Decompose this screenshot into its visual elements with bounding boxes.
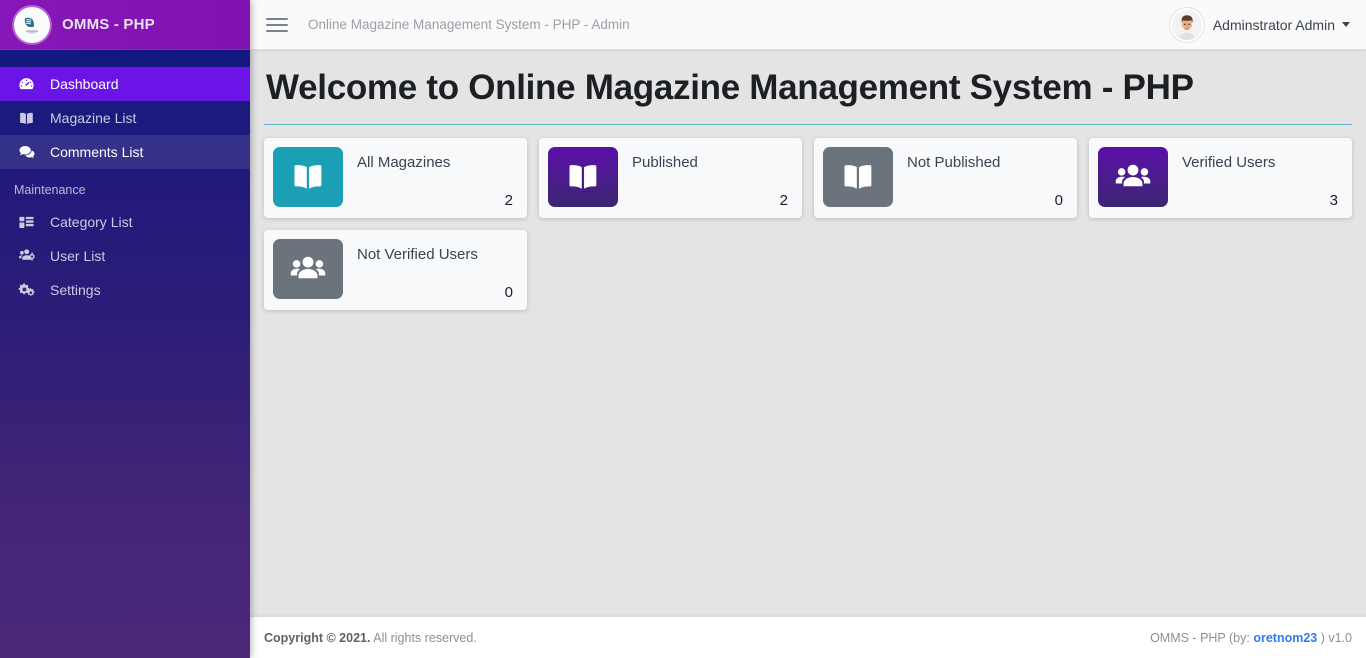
sidebar-item-magazine-list[interactable]: Magazine List (0, 101, 250, 135)
footer-credits-prefix: OMMS - PHP (by: (1150, 630, 1254, 645)
sidebar-item-label: Comments List (50, 144, 144, 160)
stat-card-value: 0 (1054, 192, 1063, 210)
app-root: OMMS - PHP Dashboard Magazine List Comme… (0, 0, 1366, 658)
stat-card-not-verified-users[interactable]: Not Verified Users 0 (264, 230, 527, 311)
footer-credits-suffix: ) v1.0 (1317, 630, 1352, 645)
sidebar-item-label: Settings (50, 282, 101, 298)
stat-card-published[interactable]: Published 2 (539, 138, 802, 219)
footer-credits: OMMS - PHP (by: oretnom23 ) v1.0 (1150, 631, 1352, 645)
users-group-icon (1098, 147, 1168, 208)
stat-card-body: Not Verified Users 0 (343, 239, 513, 301)
stat-card-value: 2 (504, 192, 513, 210)
footer: Copyright © 2021. All rights reserved. O… (250, 616, 1366, 658)
brand-title: OMMS - PHP (62, 16, 155, 33)
footer-author-link[interactable]: oretnom23 (1253, 631, 1317, 645)
stat-card-wrap: Not Verified Users 0 (258, 230, 533, 322)
stat-card-wrap: Not Published 0 (808, 138, 1083, 230)
stat-card-all-magazines[interactable]: All Magazines 2 (264, 138, 527, 219)
sidebar-item-user-list[interactable]: User List (0, 239, 250, 273)
sidebar-item-label: Magazine List (50, 110, 137, 126)
open-book-icon (273, 147, 343, 208)
dashboard-gauge-icon (18, 76, 44, 93)
topbar: Online Magazine Management System - PHP … (250, 0, 1366, 50)
sidebar-item-settings[interactable]: Settings (0, 273, 250, 307)
stat-card-label: Not Published (907, 154, 1001, 172)
sidebar-item-label: Category List (50, 214, 133, 230)
page-title: Welcome to Online Magazine Management Sy… (266, 68, 1194, 107)
footer-copyright-rest: All rights reserved. (370, 630, 477, 645)
stat-card-wrap: All Magazines 2 (258, 138, 533, 230)
stat-card-grid: All Magazines 2 Published 2 Not Publishe… (258, 138, 1358, 322)
sidebar-item-dashboard[interactable]: Dashboard (0, 67, 250, 101)
users-group-icon (273, 239, 343, 300)
main-area: Online Magazine Management System - PHP … (250, 0, 1366, 658)
stat-card-not-published[interactable]: Not Published 0 (814, 138, 1077, 219)
stat-card-label: All Magazines (357, 154, 451, 172)
caret-down-icon (1342, 22, 1350, 27)
open-book-icon (548, 147, 618, 208)
gears-icon (18, 281, 44, 299)
sidebar: OMMS - PHP Dashboard Magazine List Comme… (0, 0, 250, 658)
stat-card-body: Not Published 0 (893, 147, 1063, 209)
stat-card-body: All Magazines 2 (343, 147, 513, 209)
footer-copyright: Copyright © 2021. All rights reserved. (264, 631, 477, 645)
users-cog-icon (18, 247, 44, 265)
open-book-icon (18, 110, 44, 127)
user-name: Adminstrator Admin (1212, 16, 1335, 33)
stat-card-wrap: Verified Users 3 (1083, 138, 1358, 230)
user-avatar (1171, 9, 1202, 40)
hamburger-icon[interactable] (264, 12, 290, 38)
content-area: Welcome to Online Magazine Management Sy… (250, 50, 1366, 616)
stat-card-label: Not Verified Users (357, 246, 478, 264)
stat-card-body: Verified Users 3 (1168, 147, 1338, 209)
brand-header[interactable]: OMMS - PHP (0, 0, 250, 50)
title-divider (264, 124, 1352, 126)
stat-card-value: 2 (779, 192, 788, 210)
stat-card-verified-users[interactable]: Verified Users 3 (1089, 138, 1352, 219)
topbar-title: Online Magazine Management System - PHP … (308, 17, 630, 32)
stat-card-wrap: Published 2 (533, 138, 808, 230)
open-book-icon (823, 147, 893, 208)
stat-card-value: 0 (504, 284, 513, 302)
comments-icon (18, 143, 44, 161)
stat-card-value: 3 (1329, 192, 1338, 210)
brand-logo-icon (14, 6, 50, 43)
sidebar-item-comments-list[interactable]: Comments List (0, 135, 250, 169)
stat-card-body: Published 2 (618, 147, 788, 209)
footer-copyright-strong: Copyright © 2021. (264, 630, 371, 645)
stat-card-label: Published (632, 154, 698, 172)
sidebar-section-header: Maintenance (14, 183, 86, 197)
user-menu[interactable]: Adminstrator Admin (1171, 9, 1350, 40)
sidebar-item-label: User List (50, 248, 106, 264)
stat-card-label: Verified Users (1182, 154, 1276, 172)
sidebar-item-label: Dashboard (50, 76, 119, 92)
sidebar-item-category-list[interactable]: Category List (0, 205, 250, 239)
table-list-icon (18, 214, 44, 231)
